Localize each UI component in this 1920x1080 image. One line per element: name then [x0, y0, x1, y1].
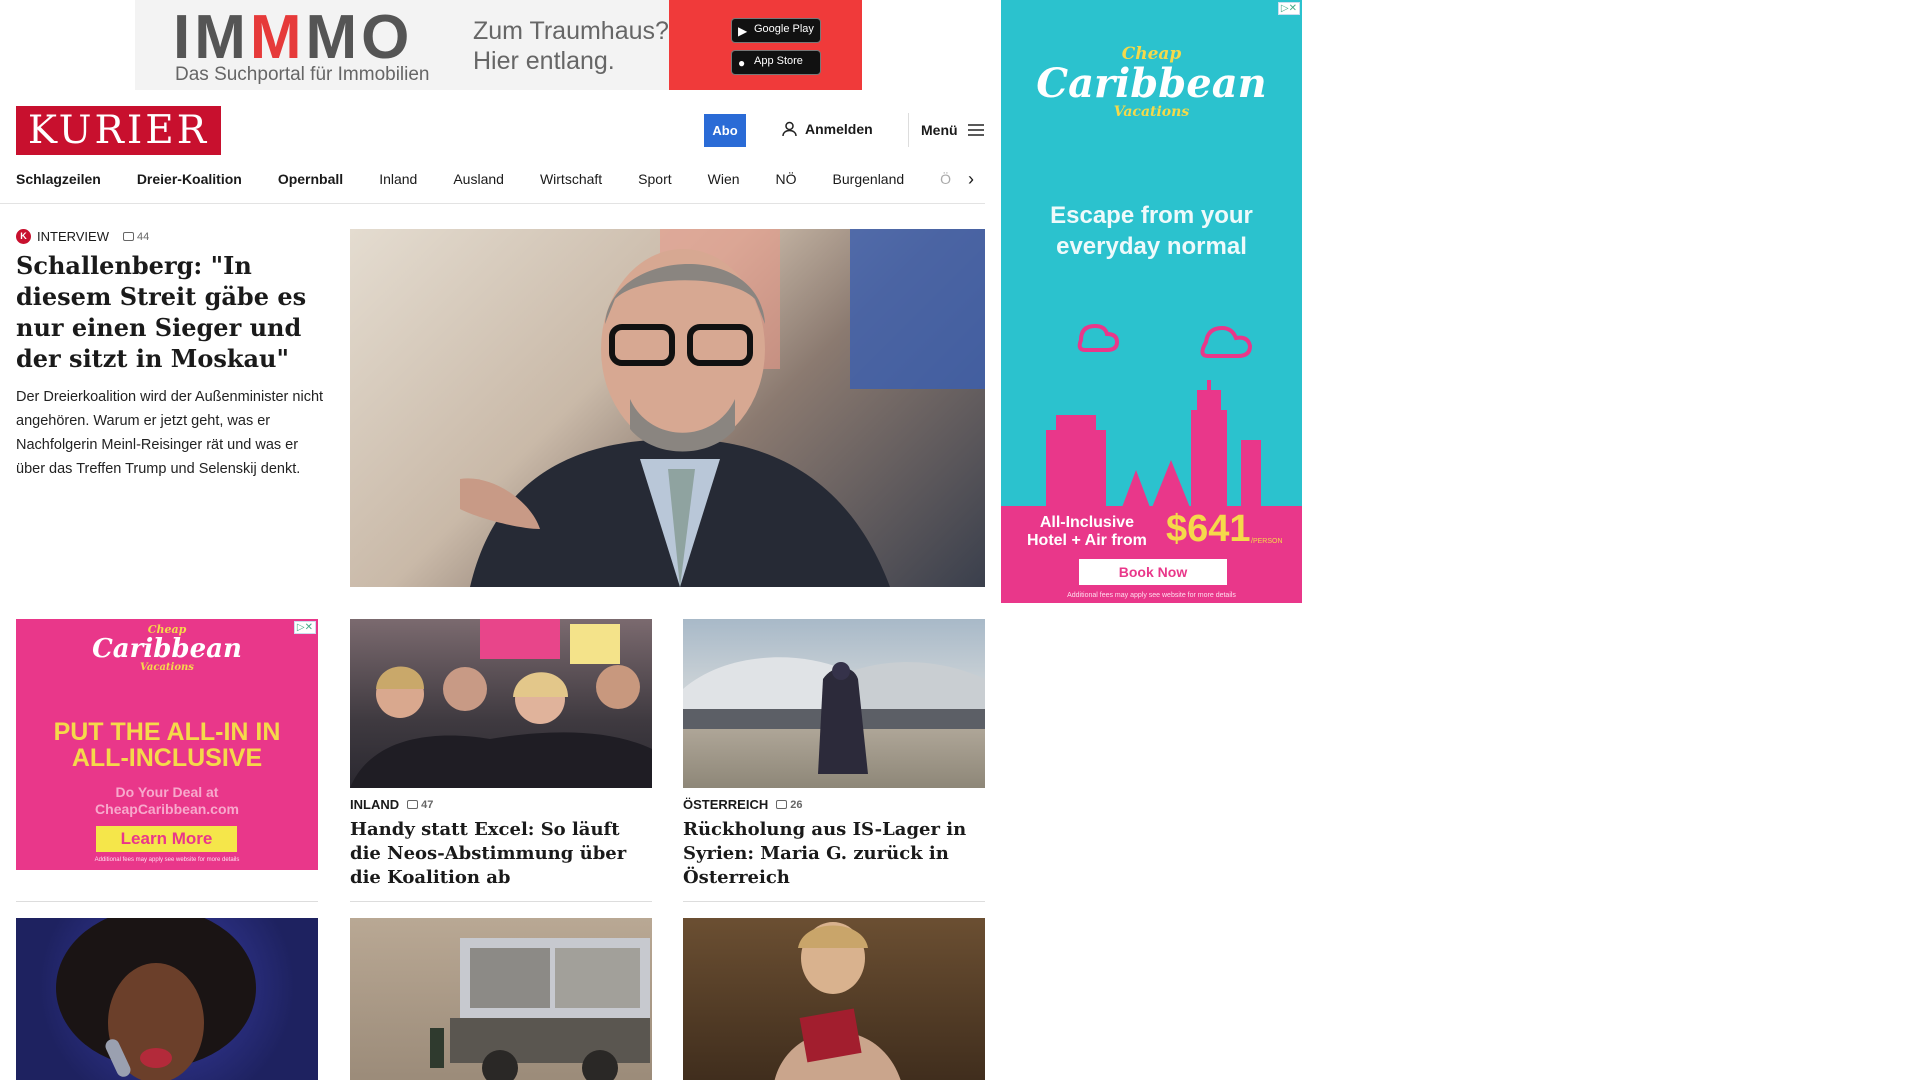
cheap-caribbean-side-ad[interactable]: ▷✕ Cheap Caribbean Vacations Escape from…	[1001, 0, 1302, 603]
singer-photo	[56, 918, 256, 1080]
cheap-caribbean-logo: Cheap Caribbean Vacations	[92, 623, 242, 673]
nav-item-dreier-koalition[interactable]: Dreier-Koalition	[137, 171, 242, 187]
skyline-illustration	[1001, 323, 1302, 510]
section-nav: Schlagzeilen Dreier-Koalition Opernball …	[0, 162, 985, 204]
immmo-tagline: Zum Traumhaus? Hier entlang.	[473, 17, 669, 75]
learn-more-button[interactable]: Learn More	[96, 826, 237, 852]
nav-item-wirtschaft[interactable]: Wirtschaft	[540, 171, 602, 187]
card-image-neos[interactable]	[350, 619, 652, 788]
side-ad-offer-panel: All-Inclusive Hotel + Air from $641 /PER…	[1001, 506, 1302, 603]
card-comment-count[interactable]: 47	[407, 799, 433, 811]
play-icon: ▶	[738, 24, 748, 38]
lead-headline[interactable]: Schallenberg: "In diesem Streit gäbe es …	[16, 250, 316, 374]
lead-kicker: INTERVIEW	[37, 229, 109, 244]
immmo-ad-banner[interactable]: IMMMO Das Suchportal für Immobilien Zum …	[135, 0, 862, 90]
login-button[interactable]: Anmelden	[782, 121, 873, 137]
comment-icon	[123, 232, 134, 241]
card-category: ÖSTERREICH	[683, 797, 769, 812]
card-divider	[350, 901, 652, 902]
side-ad-offer-text: All-Inclusive Hotel + Air from	[1027, 514, 1147, 549]
lead-teaser: Der Dreierkoalition wird der Außenminist…	[16, 389, 324, 477]
nav-item-ausland[interactable]: Ausland	[453, 171, 504, 187]
side-ad-headline: Escape from your everyday normal	[1050, 202, 1253, 260]
card-comment-count[interactable]: 26	[776, 799, 802, 811]
chevron-right-icon[interactable]: ›	[968, 169, 974, 190]
google-play-button[interactable]: ▶ Google Play	[731, 18, 821, 43]
card-image-gaza-truck[interactable]	[350, 918, 652, 1080]
card-category: INLAND	[350, 797, 400, 812]
card-divider	[16, 901, 318, 902]
cheap-caribbean-mid-ad[interactable]: ▷✕ Cheap Caribbean Vacations PUT THE ALL…	[16, 619, 318, 870]
nav-item-burgenland[interactable]: Burgenland	[833, 171, 905, 187]
card-meta: ÖSTERREICH 26	[683, 797, 802, 812]
nav-item-inland[interactable]: Inland	[379, 171, 417, 187]
comment-icon	[407, 800, 419, 809]
immmo-subtitle: Das Suchportal für Immobilien	[175, 64, 430, 85]
kurier-k-icon: K	[16, 229, 31, 244]
lead-comment-count[interactable]: 44	[123, 231, 149, 243]
card-image-reading-woman[interactable]	[683, 918, 985, 1080]
lead-photo	[460, 229, 985, 587]
login-label: Anmelden	[805, 121, 873, 137]
book-now-button[interactable]: Book Now	[1079, 559, 1227, 585]
lead-image-schallenberg[interactable]	[350, 229, 985, 587]
app-store-button[interactable]: ● App Store	[731, 50, 821, 75]
nav-item-wien[interactable]: Wien	[708, 171, 740, 187]
mid-ad-fineprint: Additional fees may apply see website fo…	[94, 857, 240, 863]
cheap-caribbean-logo: Cheap Caribbean Vacations	[1036, 44, 1267, 120]
nav-item-noe[interactable]: NÖ	[776, 171, 797, 187]
ad-choices-icon[interactable]: ▷✕	[1277, 2, 1300, 15]
mid-ad-subtext: Do Your Deal at CheapCaribbean.com	[95, 784, 239, 817]
card-image-singer[interactable]	[16, 918, 318, 1080]
nav-item-opernball[interactable]: Opernball	[278, 171, 343, 187]
card-image-syria-camp[interactable]	[683, 619, 985, 788]
card-headline[interactable]: Rückholung aus IS-Lager in Syrien: Maria…	[683, 818, 985, 890]
reading-photo	[774, 922, 901, 1080]
side-ad-price: $641	[1166, 508, 1251, 550]
menu-button[interactable]: Menü	[908, 113, 984, 147]
comment-icon	[776, 800, 788, 809]
kurier-logo[interactable]: KURIER	[16, 106, 221, 155]
user-icon	[782, 121, 797, 137]
card-divider	[683, 901, 985, 902]
card-meta: INLAND 47	[350, 797, 433, 812]
side-ad-fineprint: Additional fees may apply see website fo…	[1067, 592, 1236, 599]
camp-photo	[683, 657, 985, 774]
nav-item-truncated[interactable]: Ö	[940, 171, 951, 187]
nav-item-sport[interactable]: Sport	[638, 171, 671, 187]
hamburger-icon	[967, 124, 984, 136]
immmo-logo: IMMMO	[173, 3, 414, 72]
truck-photo	[430, 938, 650, 1080]
neos-crowd-photo	[350, 619, 652, 788]
side-ad-per-person: /PERSON	[1251, 538, 1283, 545]
apple-icon: ●	[738, 56, 746, 70]
mid-ad-headline: PUT THE ALL-IN IN ALL-INCLUSIVE	[53, 718, 281, 772]
lead-meta: K INTERVIEW 44	[16, 229, 149, 244]
abo-button[interactable]: Abo	[704, 114, 746, 147]
nav-item-schlagzeilen[interactable]: Schlagzeilen	[16, 171, 101, 187]
card-headline[interactable]: Handy statt Excel: So läuft die Neos-Abs…	[350, 818, 652, 890]
menu-label: Menü	[921, 122, 958, 138]
app-store-panel: ▶ Google Play ● App Store	[669, 0, 862, 90]
